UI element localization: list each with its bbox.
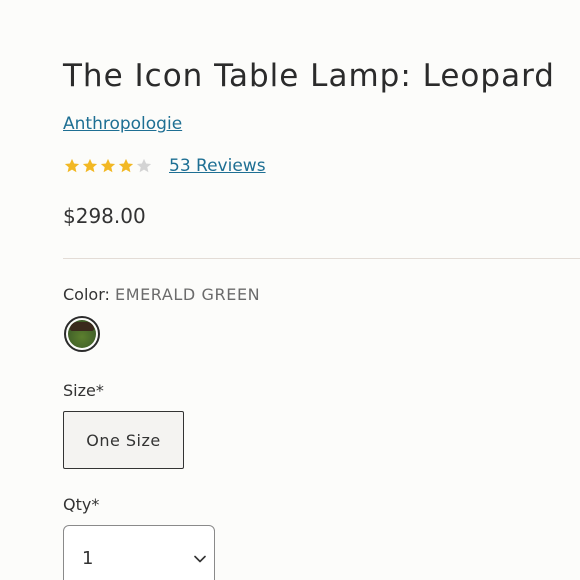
chevron-down-icon — [194, 555, 206, 563]
size-option-one-size[interactable]: One Size — [63, 411, 184, 469]
reviews-link[interactable]: 53 Reviews — [169, 155, 266, 177]
star-icon — [118, 158, 134, 173]
size-label: Size* — [63, 381, 104, 400]
color-swatch-emerald-green[interactable] — [64, 316, 100, 352]
star-icon — [100, 158, 116, 173]
product-page: The Icon Table Lamp: Leopard Anthropolog… — [0, 0, 580, 580]
size-option-label: One Size — [86, 430, 161, 450]
star-icon — [64, 158, 80, 173]
product-title: The Icon Table Lamp: Leopard — [63, 58, 555, 94]
quantity-select[interactable]: 1 — [63, 525, 215, 580]
color-label: Color: — [63, 285, 110, 304]
divider — [63, 258, 580, 259]
product-price: $298.00 — [63, 204, 146, 228]
color-selection-label: Color: EMERALD GREEN — [63, 284, 260, 306]
color-value: EMERALD GREEN — [114, 285, 261, 304]
swatch-image — [68, 320, 96, 348]
brand-link[interactable]: Anthropologie — [63, 113, 182, 135]
quantity-value: 1 — [82, 548, 94, 569]
star-rating — [63, 157, 153, 175]
rating-row: 53 Reviews — [63, 154, 266, 178]
star-icon — [136, 158, 152, 173]
qty-label: Qty* — [63, 495, 100, 514]
star-icon — [82, 158, 98, 173]
